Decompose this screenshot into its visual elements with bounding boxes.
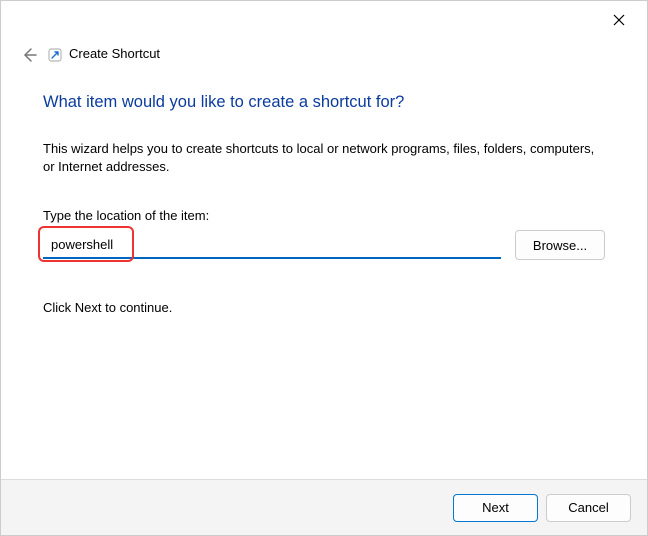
location-label: Type the location of the item:: [43, 208, 605, 223]
location-input[interactable]: [43, 231, 501, 259]
next-button[interactable]: Next: [453, 494, 538, 522]
close-icon: [613, 14, 625, 26]
close-button[interactable]: [599, 5, 639, 35]
footer: Next Cancel: [1, 479, 647, 535]
description-text: This wizard helps you to create shortcut…: [43, 140, 605, 176]
continue-instruction: Click Next to continue.: [43, 300, 605, 315]
input-row: Browse...: [43, 230, 605, 260]
cancel-button[interactable]: Cancel: [546, 494, 631, 522]
shortcut-icon: [47, 47, 63, 63]
browse-button[interactable]: Browse...: [515, 230, 605, 260]
back-button[interactable]: [19, 45, 39, 65]
titlebar: [1, 1, 647, 45]
arrow-left-icon: [21, 47, 37, 63]
page-heading: What item would you like to create a sho…: [43, 93, 605, 112]
content-area: What item would you like to create a sho…: [43, 93, 605, 315]
window-title: Create Shortcut: [69, 46, 160, 61]
